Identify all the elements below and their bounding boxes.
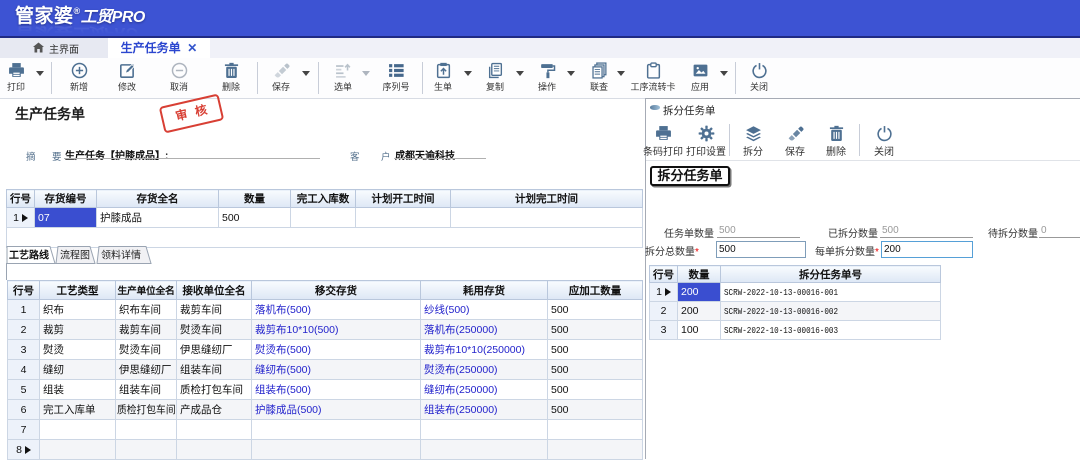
- svg-text:领料详情: 领料详情: [101, 249, 141, 262]
- svg-text:流程图: 流程图: [60, 249, 90, 262]
- svg-text:工艺路线: 工艺路线: [9, 249, 49, 262]
